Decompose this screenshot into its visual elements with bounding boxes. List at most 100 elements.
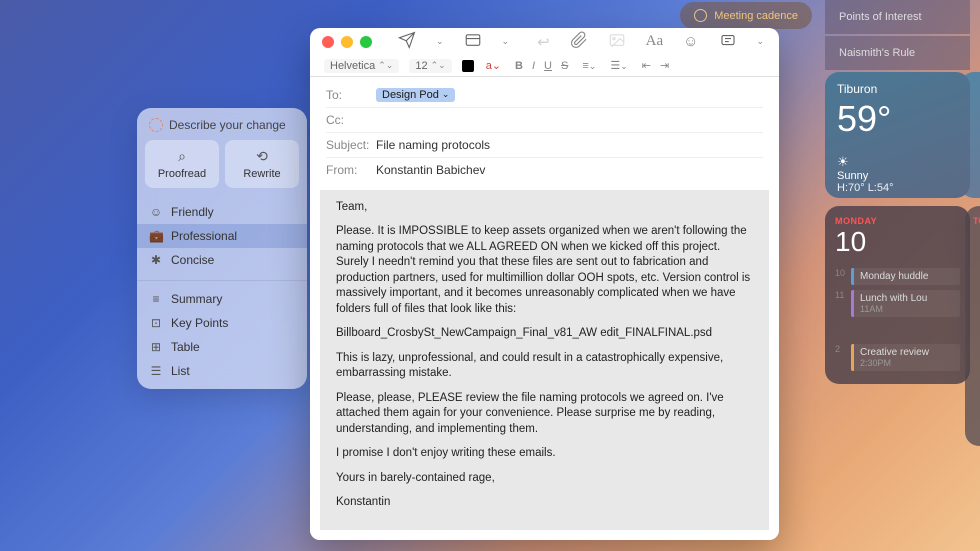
body-paragraph: Please. It is IMPOSSIBLE to keep assets … [336, 224, 753, 317]
mail-compose-window: ⌄ ⌄ ↩ Aa ☺ ⌄ Helvetica ⌃⌄ 12 ⌃⌄ a⌄ B [310, 28, 779, 540]
weather-widget[interactable]: Tiburon 59° ☀ Sunny H:70° L:54° [825, 72, 970, 198]
from-value: Konstantin Babichev [376, 163, 485, 177]
photo-icon[interactable] [602, 29, 632, 55]
writing-tools-header[interactable]: Describe your change [137, 108, 307, 140]
tone-label: Professional [171, 229, 237, 243]
transform-label: Table [171, 340, 200, 354]
tone-item-professional[interactable]: 💼 Professional [137, 224, 307, 248]
subject-row[interactable]: Subject: File naming protocols [326, 133, 763, 158]
event-title: Creative review [860, 347, 954, 358]
rewrite-button[interactable]: ⟲ Rewrite [225, 140, 299, 188]
attach-icon[interactable] [564, 29, 594, 55]
tone-label: Concise [171, 253, 214, 267]
weather-condition: Sunny [837, 170, 958, 182]
italic-button[interactable]: I [530, 60, 537, 72]
body-paragraph: This is lazy, unprofessional, and could … [336, 351, 753, 382]
cc-label: Cc: [326, 113, 376, 127]
tone-item-concise[interactable]: ✱ Concise [137, 248, 307, 272]
calendar-day-label: MONDAY [835, 216, 960, 226]
header-options-chevron[interactable]: ⌄ [496, 34, 516, 49]
recipient-chip[interactable]: Design Pod ⌄ [376, 88, 455, 102]
format-icon[interactable]: Aa [640, 31, 670, 52]
subject-label: Subject: [326, 138, 376, 152]
note-pill[interactable]: Naismith's Rule [825, 36, 970, 70]
send-icon[interactable] [392, 29, 422, 55]
header-fields-icon[interactable] [458, 29, 488, 55]
reply-icon[interactable]: ↩ [531, 31, 556, 53]
calendar-event[interactable]: Monday huddle [851, 268, 960, 285]
calendar-event[interactable]: Creative review2:30PM [851, 344, 960, 371]
text-color-options[interactable]: a⌄ [484, 59, 503, 72]
close-button[interactable] [322, 36, 334, 48]
minimize-button[interactable] [341, 36, 353, 48]
from-row[interactable]: From: Konstantin Babichev [326, 158, 763, 182]
font-size-select[interactable]: 12 ⌃⌄ [409, 59, 451, 73]
tone-label: Friendly [171, 205, 214, 219]
cal-hour-label: 11 [835, 290, 847, 300]
event-title: Lunch with Lou [860, 293, 954, 304]
body-paragraph: Team, [336, 200, 753, 216]
body-paragraph: Billboard_CrosbySt_NewCampaign_Final_v81… [336, 326, 753, 342]
writing-tools-chevron[interactable]: ⌄ [751, 34, 771, 49]
underline-button[interactable]: U [542, 60, 554, 72]
emoji-icon[interactable]: ☺ [677, 31, 704, 52]
transform-item-table[interactable]: ⊞Table [137, 335, 307, 359]
mail-body[interactable]: Team, Please. It is IMPOSSIBLE to keep a… [320, 190, 769, 530]
cal-hour-label: 10 [835, 268, 847, 278]
notes-pill-stack: Points of Interest Naismith's Rule [825, 0, 970, 72]
format-bar: Helvetica ⌃⌄ 12 ⌃⌄ a⌄ B I U S ≡⌄ ☰⌄ ⇤ ⇥ [310, 56, 779, 77]
sun-icon: ☀ [837, 154, 958, 170]
transform-icon: ☰ [149, 364, 163, 378]
transform-icon: ⊡ [149, 316, 163, 330]
font-family-select[interactable]: Helvetica ⌃⌄ [324, 59, 399, 73]
transform-label: List [171, 364, 190, 378]
writing-header-label: Describe your change [169, 118, 286, 132]
calendar-widget[interactable]: MONDAY 10 10 Monday huddle 11 Lunch with Lo… [825, 206, 970, 384]
reminder-pill[interactable]: Meeting cadence [680, 2, 812, 29]
transform-icon: ≡ [149, 292, 163, 306]
indent-button[interactable]: ⇥ [658, 59, 671, 72]
subject-value: File naming protocols [376, 138, 490, 152]
weather-temperature: 59° [837, 98, 958, 140]
event-title: Monday huddle [860, 271, 954, 282]
text-color-swatch[interactable] [462, 60, 474, 72]
cc-row[interactable]: Cc: [326, 108, 763, 133]
transform-label: Summary [171, 292, 222, 306]
from-label: From: [326, 163, 376, 177]
send-options-chevron[interactable]: ⌄ [430, 34, 450, 49]
tone-icon: 💼 [149, 229, 163, 243]
strikethrough-button[interactable]: S [559, 60, 570, 72]
tone-icon: ✱ [149, 253, 163, 267]
writing-tools-icon[interactable] [713, 29, 743, 55]
transform-item-key-points[interactable]: ⊡ Key Points [137, 311, 307, 335]
calendar-date: 10 [835, 226, 960, 258]
writing-tools-panel: Describe your change ⌕ Proofread ⟲ Rewri… [137, 108, 307, 389]
transform-item-list[interactable]: ☰ List [137, 359, 307, 383]
event-time: 2:30PM [860, 358, 954, 368]
body-paragraph: Konstantin [336, 495, 753, 511]
bold-button[interactable]: B [513, 60, 525, 72]
mail-headers: To: Design Pod ⌄ Cc: Subject: File namin… [310, 77, 779, 184]
reminder-label: Meeting cadence [714, 10, 798, 22]
to-label: To: [326, 88, 376, 102]
weather-location: Tiburon [837, 82, 958, 96]
body-paragraph: Yours in barely-contained rage, [336, 471, 753, 487]
proofread-button[interactable]: ⌕ Proofread [145, 140, 219, 188]
calendar-event[interactable]: Lunch with Lou11AM [851, 290, 960, 317]
list-button[interactable]: ☰⌄ [608, 59, 629, 72]
transform-label: Key Points [171, 316, 228, 330]
tone-icon: ☺ [149, 205, 163, 219]
align-button[interactable]: ≡⌄ [580, 60, 598, 72]
weather-hilo: H:70° L:54° [837, 182, 958, 194]
window-titlebar: ⌄ ⌄ ↩ Aa ☺ ⌄ [310, 28, 779, 56]
tone-item-friendly[interactable]: ☺ Friendly [137, 200, 307, 224]
note-pill[interactable]: Points of Interest [825, 0, 970, 34]
sparkle-icon [149, 118, 163, 132]
transform-item-summary[interactable]: ≡ Summary [137, 287, 307, 311]
body-paragraph: Please, please, PLEASE review the file n… [336, 391, 753, 438]
calendar-events: 10Monday huddle11Lunch with Lou11AM2Crea… [835, 268, 960, 376]
body-paragraph: I promise I don't enjoy writing these em… [336, 446, 753, 462]
outdent-button[interactable]: ⇤ [640, 59, 653, 72]
to-row[interactable]: To: Design Pod ⌄ [326, 83, 763, 108]
maximize-button[interactable] [360, 36, 372, 48]
